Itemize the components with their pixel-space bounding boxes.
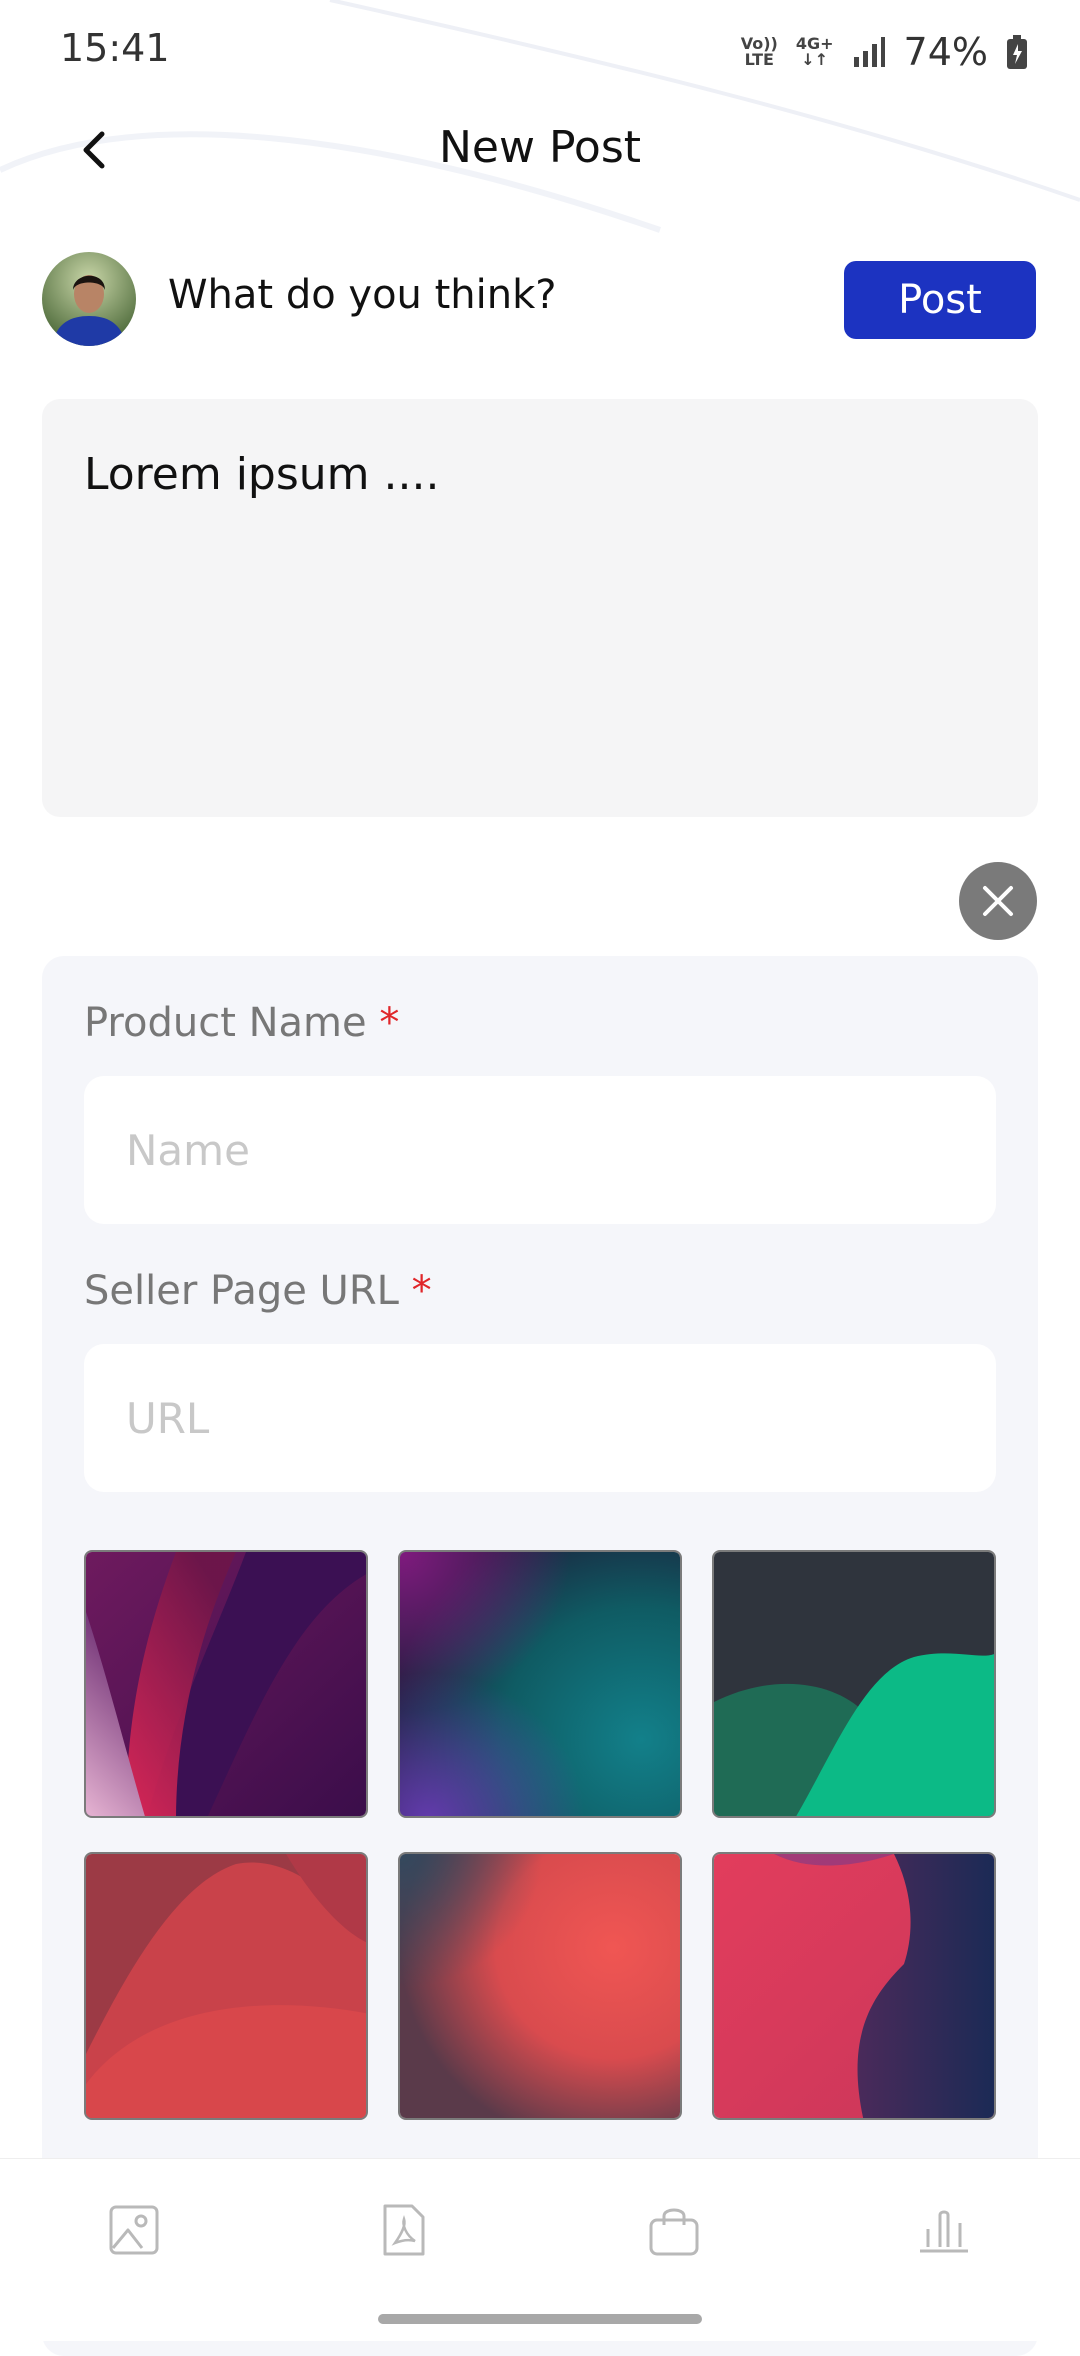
- abstract-image: [714, 1854, 994, 2118]
- add-pdf-button[interactable]: [370, 2196, 438, 2264]
- image-thumbnail[interactable]: [84, 1852, 368, 2120]
- battery-percent: 74%: [903, 30, 988, 74]
- image-thumbnail[interactable]: [398, 1852, 682, 2120]
- composer-prompt: What do you think?: [168, 272, 557, 318]
- image-thumbnail[interactable]: [712, 1550, 996, 1818]
- product-name-placeholder: Name: [126, 1125, 250, 1175]
- abstract-image: [400, 1854, 680, 2118]
- image-thumbnail[interactable]: [712, 1852, 996, 2120]
- seller-url-placeholder: URL: [126, 1393, 210, 1443]
- back-button[interactable]: [66, 122, 122, 178]
- image-icon: [109, 2205, 159, 2255]
- add-image-button[interactable]: [100, 2196, 168, 2264]
- volte-indicator: Vo)) LTE: [740, 34, 778, 69]
- add-product-button[interactable]: [640, 2196, 708, 2264]
- abstract-image: [714, 1552, 994, 1816]
- post-text-area[interactable]: Lorem ipsum ....: [42, 399, 1038, 817]
- remove-attachment-button[interactable]: [959, 862, 1037, 940]
- home-indicator[interactable]: [378, 2314, 702, 2324]
- post-button[interactable]: Post: [844, 261, 1036, 339]
- pdf-icon: [383, 2204, 425, 2256]
- image-thumbnail[interactable]: [84, 1550, 368, 1818]
- page-title: New Post: [438, 122, 642, 173]
- abstract-image: [400, 1552, 680, 1816]
- signal-icon: [853, 37, 885, 67]
- status-icons: Vo)) LTE 4G+ ↓↑ 74%: [741, 26, 1028, 78]
- avatar: [42, 252, 136, 346]
- image-thumbnail[interactable]: [398, 1550, 682, 1818]
- seller-url-input[interactable]: URL: [84, 1344, 996, 1492]
- battery-icon: [1007, 35, 1027, 69]
- avatar-image: [42, 252, 136, 346]
- product-name-input[interactable]: Name: [84, 1076, 996, 1224]
- status-time: 15:41: [60, 26, 170, 70]
- bar-chart-icon: [920, 2210, 968, 2253]
- abstract-image: [86, 1552, 366, 1816]
- data-indicator: 4G+ ↓↑: [795, 34, 834, 69]
- close-icon: [983, 886, 1013, 916]
- back-arrow-icon: [83, 131, 105, 169]
- product-name-label: Product Name *: [84, 1000, 400, 1046]
- post-body-text: Lorem ipsum ....: [84, 449, 440, 500]
- shopping-bag-icon: [649, 2208, 699, 2256]
- abstract-image: [86, 1854, 366, 2118]
- seller-url-label: Seller Page URL *: [84, 1268, 432, 1314]
- add-poll-button[interactable]: [910, 2196, 978, 2264]
